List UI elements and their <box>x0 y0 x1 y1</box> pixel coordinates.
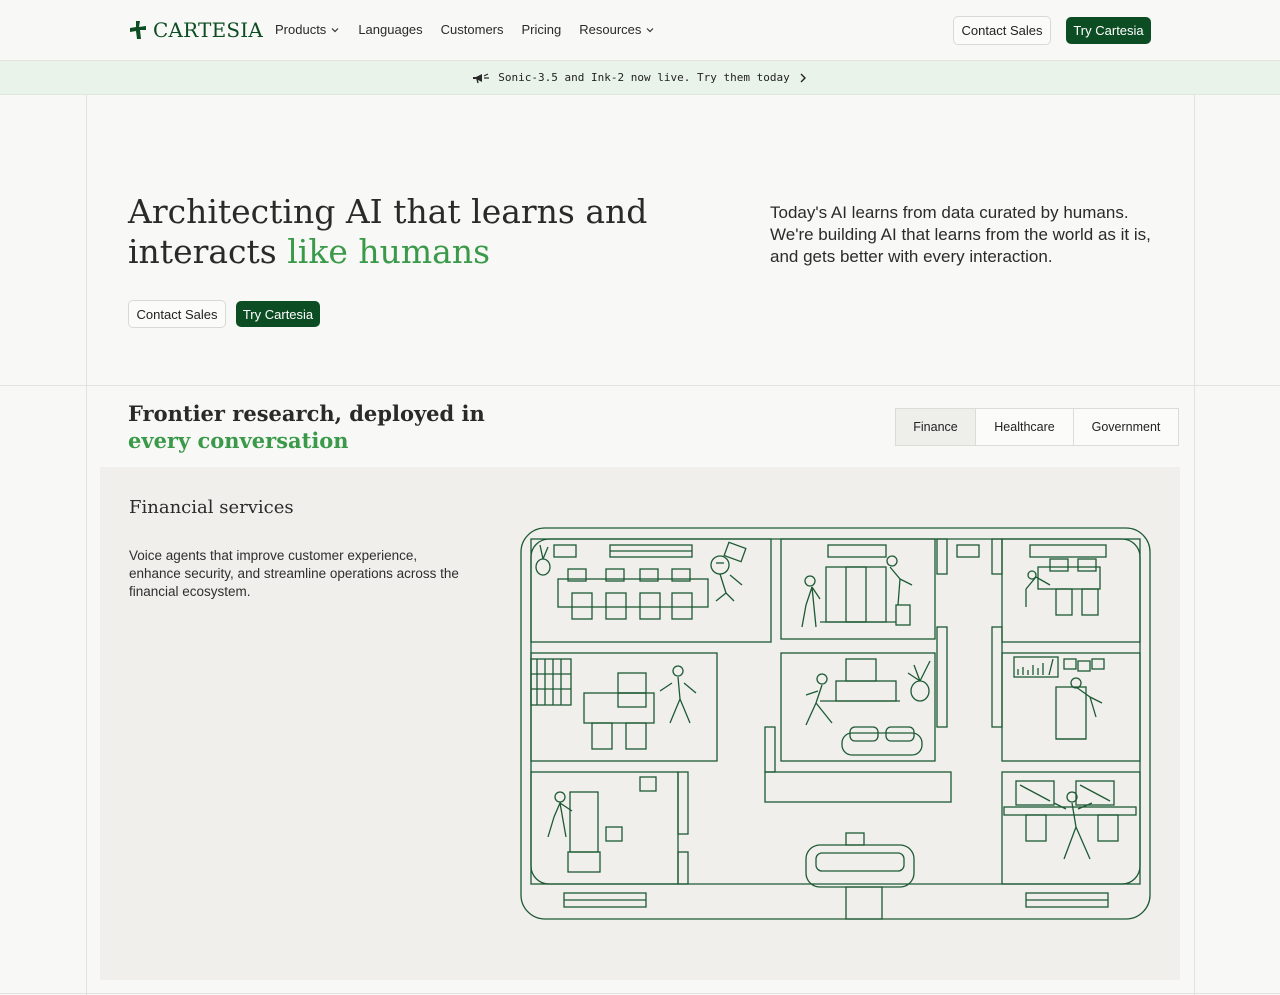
tab-government[interactable]: Government <box>1074 409 1178 445</box>
nav-item-pricing[interactable]: Pricing <box>522 22 562 37</box>
megaphone-icon <box>473 72 490 83</box>
section-title: Frontier research, deployed in every con… <box>128 400 548 454</box>
bottom-divider <box>0 993 1280 994</box>
chevron-right-icon <box>800 73 806 82</box>
chevron-down-icon <box>646 27 654 32</box>
hero-try-cartesia-button[interactable]: Try Cartesia <box>236 301 320 327</box>
nav-item-label: Resources <box>579 22 642 37</box>
nav-item-label: Products <box>275 22 327 37</box>
nav-item-label: Pricing <box>521 22 562 37</box>
nav-item-products[interactable]: Products <box>275 22 340 37</box>
chevron-down-icon <box>331 27 339 32</box>
tab-healthcare[interactable]: Healthcare <box>976 409 1074 445</box>
nav-item-label: Customers <box>440 22 504 37</box>
section-title-accent: every conversation <box>128 428 349 453</box>
hero-title: Architecting AI that learns and interact… <box>128 192 648 272</box>
nav-item-customers[interactable]: Customers <box>441 22 504 37</box>
announcement-text: Sonic-3.5 and Ink-2 now live. Try them t… <box>498 71 790 84</box>
main-nav: Products Languages Customers Pricing Res… <box>275 22 655 37</box>
nav-item-languages[interactable]: Languages <box>358 22 422 37</box>
section-title-text: Frontier research, deployed in <box>128 401 485 426</box>
office-floorplan-illustration <box>520 527 1151 920</box>
header-contact-sales-button[interactable]: Contact Sales <box>953 16 1051 45</box>
industry-card: Financial services Voice agents that imp… <box>100 467 1180 980</box>
announcement-bar: Sonic-3.5 and Ink-2 now live. Try them t… <box>0 61 1280 95</box>
header-try-cartesia-button[interactable]: Try Cartesia <box>1066 17 1151 44</box>
logo[interactable]: CARTESIA <box>128 18 263 42</box>
tab-finance[interactable]: Finance <box>896 409 976 445</box>
industry-tabs: Finance Healthcare Government <box>895 408 1179 446</box>
guide-line-right <box>1194 0 1195 995</box>
section-divider <box>0 385 1280 386</box>
nav-item-resources[interactable]: Resources <box>579 22 655 37</box>
guide-line-left <box>86 0 87 995</box>
site-header: CARTESIA Products Languages Customers Pr… <box>0 0 1280 61</box>
hero-title-accent: like humans <box>287 232 491 271</box>
cartesia-logo-icon <box>130 21 146 39</box>
card-description: Voice agents that improve customer exper… <box>129 548 459 599</box>
logo-text: CARTESIA <box>153 18 264 42</box>
nav-item-label: Languages <box>358 22 423 37</box>
announcement-link[interactable]: Sonic-3.5 and Ink-2 now live. Try them t… <box>472 71 807 84</box>
hero-contact-sales-button[interactable]: Contact Sales <box>128 300 226 328</box>
card-title: Financial services <box>129 497 294 518</box>
hero-description: Today's AI learns from data curated by h… <box>770 203 1151 266</box>
